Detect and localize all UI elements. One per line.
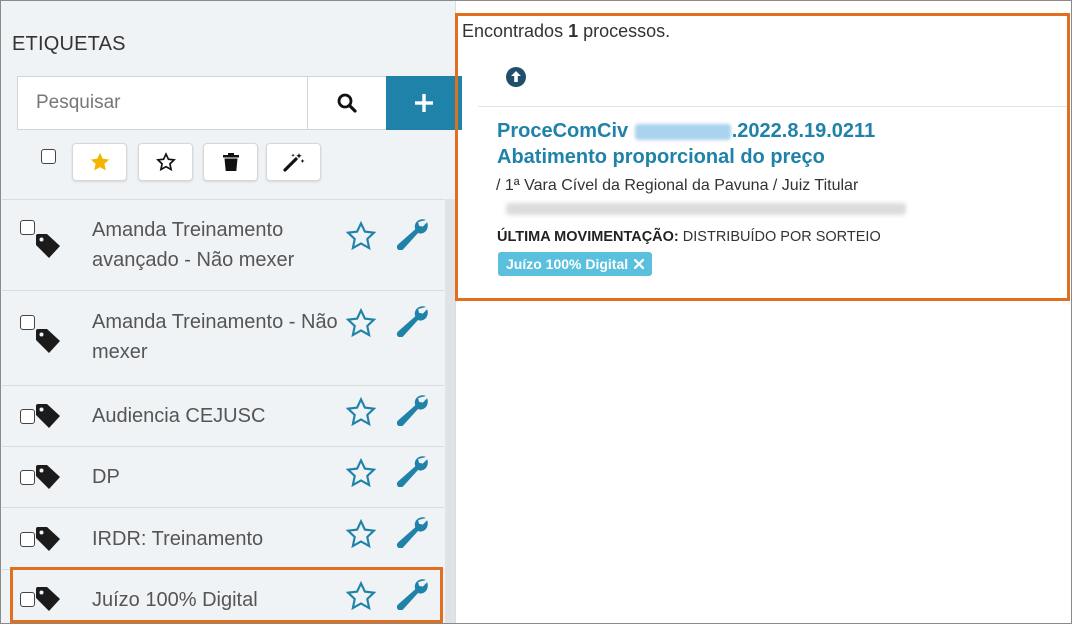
tags-sidebar: ETIQUETAS Pesquisar Amanda Treinamento a… — [1, 1, 462, 623]
favorites-filter-button[interactable] — [72, 143, 127, 181]
tag-search-bar — [17, 76, 462, 130]
tag-checkbox[interactable] — [20, 315, 35, 330]
tag-icon — [36, 329, 60, 353]
sidebar-scrollbar[interactable] — [445, 199, 455, 623]
add-tag-button[interactable] — [386, 76, 462, 130]
favorite-button[interactable] — [138, 143, 193, 181]
wrench-icon[interactable] — [395, 394, 429, 426]
tag-checkbox[interactable] — [20, 470, 35, 485]
wrench-icon[interactable] — [395, 305, 429, 337]
tag-checkbox[interactable] — [20, 409, 35, 424]
highlight-box-result — [455, 13, 1070, 301]
star-outline-icon[interactable] — [345, 220, 377, 252]
tag-search-input[interactable] — [17, 76, 308, 130]
delete-button[interactable] — [203, 143, 258, 181]
tag-icon — [36, 527, 60, 551]
search-icon — [337, 93, 357, 113]
star-outline-icon — [155, 152, 176, 172]
tag-item-label: Amanda Treinamento avançado - Não mexer — [92, 219, 295, 271]
tag-item[interactable]: Amanda Treinamento avançado - Não mexer — [2, 199, 444, 291]
tag-item[interactable]: IRDR: Treinamento — [2, 507, 444, 570]
tag-checkbox[interactable] — [20, 532, 35, 547]
tag-icon — [36, 404, 60, 428]
sidebar-title: ETIQUETAS — [12, 33, 126, 55]
tag-item-label: Audiencia CEJUSC — [92, 405, 266, 427]
wrench-icon[interactable] — [395, 218, 429, 250]
tag-item[interactable]: DP — [2, 446, 444, 508]
tag-item-label: IRDR: Treinamento — [92, 528, 264, 550]
search-button[interactable] — [307, 76, 387, 130]
trash-icon — [222, 153, 239, 171]
wrench-icon[interactable] — [395, 516, 429, 548]
tag-item-label: DP — [92, 466, 120, 488]
star-outline-icon[interactable] — [345, 457, 377, 489]
star-outline-icon[interactable] — [345, 518, 377, 550]
tag-item[interactable]: Amanda Treinamento - Não mexer — [2, 290, 444, 386]
tag-checkbox[interactable] — [20, 220, 35, 235]
star-outline-icon[interactable] — [345, 396, 377, 428]
tag-icon — [36, 234, 60, 258]
magic-wand-button[interactable] — [266, 143, 321, 181]
wrench-icon[interactable] — [395, 455, 429, 487]
tag-item[interactable]: Audiencia CEJUSC — [2, 385, 444, 447]
filled-star-icon — [90, 152, 109, 171]
star-outline-icon[interactable] — [345, 307, 377, 339]
tag-item-label: Amanda Treinamento - Não mexer — [92, 311, 338, 363]
select-all-checkbox[interactable] — [41, 149, 56, 164]
magic-wand-icon — [282, 153, 304, 172]
plus-icon — [415, 94, 433, 112]
highlight-box-tag — [10, 567, 443, 623]
tag-icon — [36, 465, 60, 489]
